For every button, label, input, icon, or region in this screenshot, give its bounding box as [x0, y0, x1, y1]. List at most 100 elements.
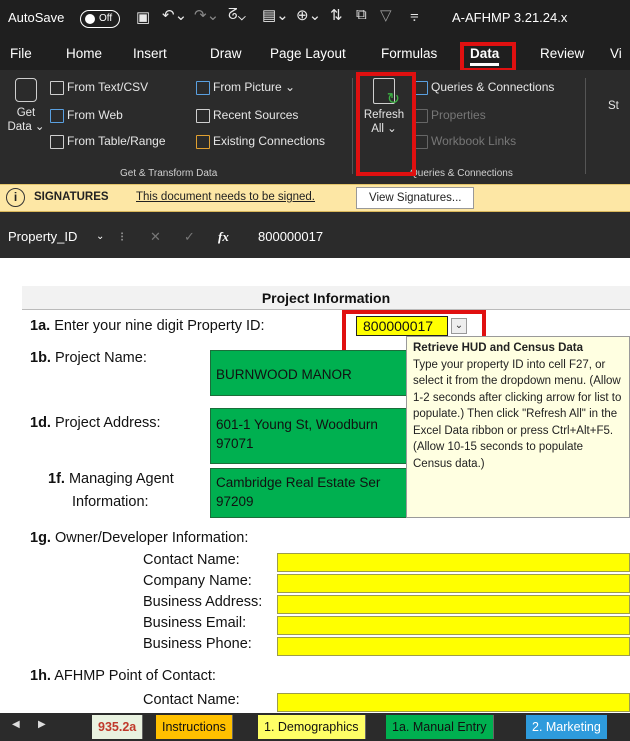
from-web-button[interactable]: From Web: [50, 108, 123, 123]
tab-scroll-left-icon[interactable]: ◀: [12, 719, 20, 730]
signatures-bar: i SIGNATURES This document needs to be s…: [0, 184, 630, 212]
menu-file[interactable]: File: [10, 46, 32, 61]
ribbon-separator-2: [585, 78, 586, 174]
enter-icon[interactable]: ✓: [184, 229, 195, 245]
undo-icon[interactable]: ↶⌄: [162, 6, 187, 24]
owner-contact-name-label: Contact Name:: [143, 552, 240, 568]
stocks-label: St: [608, 100, 619, 112]
tab-935-2a[interactable]: 935.2a: [92, 715, 144, 739]
get-data-label: Get: [16, 107, 36, 119]
save-icon[interactable]: ▣: [136, 8, 150, 26]
from-picture-button[interactable]: From Picture ⌄: [196, 80, 295, 95]
label-1a: 1a. Enter your nine digit Property ID:: [30, 318, 265, 334]
from-picture-label: From Picture ⌄: [213, 80, 296, 94]
menu-formulas[interactable]: Formulas: [381, 46, 437, 61]
table-icon: [50, 134, 64, 149]
label-1f-line2: Information:: [72, 494, 149, 510]
properties-label: Properties: [431, 108, 486, 122]
tab-marketing-label: 2. Marketing: [532, 720, 601, 734]
name-box-dropdown-icon[interactable]: ⌄: [96, 231, 104, 242]
recent-icon: [196, 108, 210, 123]
tab-demographics[interactable]: 1. Demographics: [258, 715, 366, 739]
tab-935-2a-label: 935.2a: [98, 720, 137, 734]
ribbon-separator: [352, 78, 353, 174]
from-text-csv-button[interactable]: From Text/CSV: [50, 80, 148, 95]
view-signatures-button[interactable]: View Signatures...: [356, 187, 475, 209]
workbook-links-icon: [414, 134, 428, 149]
database-icon: [15, 78, 37, 102]
label-1f: 1f. Managing Agent: [48, 471, 174, 487]
group-queries-connections: Queries & Connections: [410, 168, 513, 179]
poc-contact-name-cell[interactable]: [277, 693, 630, 712]
owner-business-email-cell[interactable]: [277, 616, 630, 635]
connections-icon: [196, 134, 210, 149]
menu-insert[interactable]: Insert: [133, 46, 167, 61]
group-get-transform: Get & Transform Data: [120, 168, 218, 179]
tooltip-title: Retrieve HUD and Census Data: [413, 342, 583, 354]
recent-sources-button[interactable]: Recent Sources: [196, 108, 298, 123]
tab-scroll-right-icon[interactable]: ▶: [38, 719, 46, 730]
name-box[interactable]: Property_ID: [8, 229, 77, 244]
picture-table-icon: [196, 80, 210, 95]
input-tooltip: Retrieve HUD and Census Data Type your p…: [406, 336, 630, 518]
customize-icon[interactable]: ⩦: [410, 6, 419, 23]
formula-input[interactable]: 800000017: [258, 229, 323, 244]
link-icon[interactable]: ⊕⌄: [296, 6, 321, 24]
label-1d: 1d. Project Address:: [30, 415, 161, 431]
menu-bar: File Home Insert Draw Page Layout Formul…: [0, 38, 630, 70]
workbook-links-button[interactable]: Workbook Links: [414, 134, 516, 149]
existing-connections-label: Existing Connections: [213, 134, 326, 148]
autosave-label: AutoSave: [8, 10, 65, 25]
properties-icon: [414, 108, 428, 123]
menu-draw[interactable]: Draw: [210, 46, 242, 61]
sort-icon[interactable]: ⇅: [330, 6, 343, 24]
from-table-range-button[interactable]: From Table/Range: [50, 134, 166, 149]
info-icon: i: [6, 188, 25, 207]
owner-contact-name-cell[interactable]: [277, 553, 630, 572]
tab-manual-entry-label: 1a. Manual Entry: [392, 720, 487, 734]
copy-icon[interactable]: ⧉: [356, 6, 367, 23]
owner-business-phone-cell[interactable]: [277, 637, 630, 656]
menu-view[interactable]: Vi: [610, 46, 622, 61]
filter-icon[interactable]: ▽: [380, 6, 392, 24]
queries-label: Queries & Connections: [431, 80, 555, 94]
autosave-toggle[interactable]: Off: [80, 10, 120, 28]
tab-instructions[interactable]: Instructions: [156, 715, 233, 739]
highlight-data-tab: [460, 42, 516, 72]
function-icon[interactable]: fx: [218, 229, 229, 245]
menu-review[interactable]: Review: [540, 46, 584, 61]
menu-page-layout[interactable]: Page Layout: [270, 46, 346, 61]
owner-company-name-label: Company Name:: [143, 573, 252, 589]
properties-button[interactable]: Properties: [414, 108, 486, 123]
owner-business-email-label: Business Email:: [143, 615, 247, 631]
title-bar: AutoSave Off ▣ ↶⌄ ↷⌄ ᘔ⌄ ▤⌄ ⊕⌄ ⇅ ⧉ ▽ ⩦ A-…: [0, 0, 630, 38]
picture-icon[interactable]: ▤⌄: [262, 6, 289, 24]
cancel-icon[interactable]: ✕: [150, 229, 161, 245]
from-text-label: From Text/CSV: [67, 80, 149, 94]
stocks-button[interactable]: St: [608, 100, 619, 112]
project-information-header: Project Information: [22, 286, 630, 310]
menu-home[interactable]: Home: [66, 46, 102, 61]
formula-bar: Property_ID ⌄ ⁝ ✕ ✓ fx 800000017: [0, 216, 630, 258]
owner-company-name-cell[interactable]: [277, 574, 630, 593]
tab-instructions-label: Instructions: [162, 720, 226, 734]
window-title: A-AFHMP 3.21.24.x: [452, 10, 568, 25]
from-table-label: From Table/Range: [67, 134, 166, 148]
recent-sources-label: Recent Sources: [213, 108, 299, 122]
highlight-refresh-all: [356, 72, 416, 176]
format-painter-icon[interactable]: ᘔ⌄: [228, 6, 246, 23]
existing-connections-button[interactable]: Existing Connections: [196, 134, 325, 149]
web-icon: [50, 108, 64, 123]
owner-business-address-cell[interactable]: [277, 595, 630, 614]
owner-business-address-label: Business Address:: [143, 594, 263, 610]
queries-connections-button[interactable]: Queries & Connections: [414, 80, 554, 95]
get-data-button[interactable]: Get Data ⌄: [6, 78, 46, 134]
from-web-label: From Web: [67, 108, 123, 122]
tab-marketing[interactable]: 2. Marketing: [526, 715, 607, 739]
tooltip-body: Type your property ID into cell F27, or …: [413, 358, 622, 470]
tab-manual-entry[interactable]: 1a. Manual Entry: [386, 715, 494, 739]
label-1g: 1g. Owner/Developer Information:: [30, 530, 249, 546]
signatures-link[interactable]: This document needs to be signed.: [136, 191, 315, 203]
label-1b: 1b. Project Name:: [30, 350, 147, 366]
redo-icon[interactable]: ↷⌄: [194, 6, 219, 24]
